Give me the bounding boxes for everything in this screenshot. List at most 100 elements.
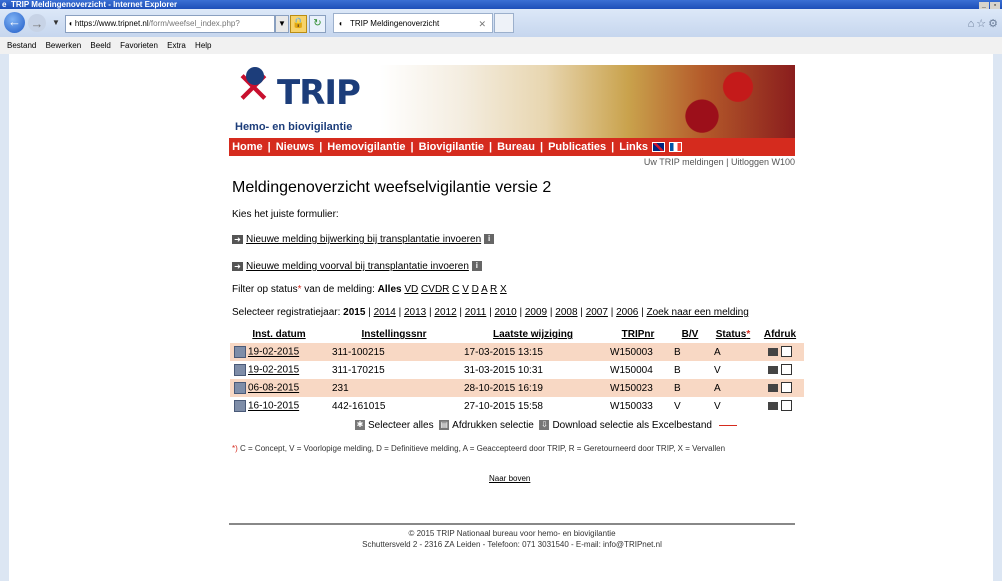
- year-link[interactable]: 2008: [555, 307, 577, 318]
- browser-toolbar-icons: ⌂☆⚙: [968, 17, 1000, 30]
- nav-publicaties[interactable]: Publicaties: [548, 141, 606, 153]
- edit-icon[interactable]: [234, 400, 246, 412]
- filter-r[interactable]: R: [490, 284, 497, 295]
- col-instellingssnr[interactable]: Instellingssnr: [328, 326, 460, 343]
- cell-status: A: [710, 343, 756, 361]
- browser-tab[interactable]: ◖ TRIP Meldingenoverzicht ✕: [333, 13, 493, 33]
- filter-cvdr[interactable]: CVDR: [421, 284, 449, 295]
- nav-bureau[interactable]: Bureau: [497, 141, 535, 153]
- cell-afdruk: [756, 379, 804, 397]
- choose-form-label: Kies het juiste formulier:: [232, 209, 339, 220]
- menu-favorieten[interactable]: Favorieten: [120, 41, 158, 50]
- select-all-button[interactable]: Selecteer alles: [368, 420, 434, 431]
- new-report-incident-row: ➜ Nieuwe melding voorval bij transplantat…: [232, 261, 482, 272]
- edit-icon[interactable]: [234, 346, 246, 358]
- home-icon[interactable]: ⌂: [968, 18, 977, 30]
- filter-vd[interactable]: VD: [404, 284, 418, 295]
- printer-icon[interactable]: [768, 347, 778, 356]
- print-selection-button[interactable]: Afdrukken selectie: [452, 420, 534, 431]
- filter-d[interactable]: D: [472, 284, 479, 295]
- menu-beeld[interactable]: Beeld: [90, 41, 110, 50]
- cell-inst-datum: 19-02-2015: [230, 343, 328, 361]
- nav-links[interactable]: Links: [619, 141, 648, 153]
- year-current: 2015: [343, 307, 366, 318]
- nav-nieuws[interactable]: Nieuws: [276, 141, 315, 153]
- nav-hemovigilantie[interactable]: Hemovigilantie: [327, 141, 405, 153]
- nav-home[interactable]: Home: [232, 141, 263, 153]
- back-button[interactable]: ←: [4, 12, 25, 33]
- table-row: 19-02-2015 311-100215 17-03-2015 13:15 W…: [230, 343, 804, 361]
- menu-help[interactable]: Help: [195, 41, 211, 50]
- status-filter: Filter op status* van de melding: Alles …: [232, 284, 507, 295]
- col-tripnr[interactable]: TRIPnr: [606, 326, 670, 343]
- footer-email-link[interactable]: info@TRIPnet.nl: [603, 540, 662, 549]
- filter-all[interactable]: Alles: [378, 284, 402, 295]
- new-tab-button[interactable]: [494, 13, 514, 33]
- year-link[interactable]: 2013: [404, 307, 426, 318]
- address-bar[interactable]: ◖ https://www.tripnet.nl/form/weefsel_ind…: [65, 15, 275, 33]
- filter-x[interactable]: X: [500, 284, 507, 295]
- menu-extra[interactable]: Extra: [167, 41, 186, 50]
- year-link[interactable]: 2012: [434, 307, 456, 318]
- history-dropdown-icon[interactable]: ▼: [52, 18, 60, 27]
- return-arrow-icon: [718, 424, 737, 426]
- tab-title: TRIP Meldingenoverzicht: [350, 19, 440, 28]
- new-incident-link[interactable]: Nieuwe melding voorval bij transplantati…: [246, 261, 469, 272]
- year-link[interactable]: 2011: [465, 307, 487, 318]
- print-checkbox[interactable]: [781, 346, 792, 358]
- filter-c[interactable]: C: [452, 284, 459, 295]
- year-link[interactable]: 2009: [525, 307, 547, 318]
- date-link[interactable]: 06-08-2015: [248, 383, 299, 394]
- french-flag-icon[interactable]: [668, 142, 682, 153]
- filter-a[interactable]: A: [481, 284, 487, 295]
- year-selector: Selecteer registratiejaar: 2015 | 2014 |…: [232, 307, 749, 318]
- year-link[interactable]: 2014: [374, 307, 396, 318]
- back-to-top-link[interactable]: Naar boven: [489, 474, 530, 483]
- trip-logo-mark[interactable]: ✕: [235, 67, 275, 113]
- print-checkbox[interactable]: [781, 382, 792, 394]
- footer: © 2015 TRIP Nationaal bureau voor hemo- …: [229, 528, 795, 550]
- edit-icon[interactable]: [234, 382, 246, 394]
- download-excel-button[interactable]: Download selectie als Excelbestand: [552, 420, 712, 431]
- col-bv[interactable]: B/V: [670, 326, 710, 343]
- logout-link[interactable]: Uitloggen W100: [731, 157, 795, 167]
- year-link[interactable]: 2007: [586, 307, 608, 318]
- new-adverse-reaction-link[interactable]: Nieuwe melding bijwerking bij transplant…: [246, 234, 481, 245]
- printer-icon[interactable]: [768, 401, 778, 410]
- search-report-link[interactable]: Zoek naar een melding: [647, 307, 749, 318]
- forward-button[interactable]: →: [28, 14, 46, 32]
- window-title: TRIP Meldingenoverzicht - Internet Explo…: [11, 0, 178, 9]
- printer-icon[interactable]: [768, 365, 778, 374]
- trip-logo-text[interactable]: TRIP: [277, 73, 361, 113]
- my-trip-reports-link[interactable]: Uw TRIP meldingen: [644, 157, 724, 167]
- english-flag-icon[interactable]: [651, 142, 665, 153]
- date-link[interactable]: 19-02-2015: [248, 347, 299, 358]
- date-link[interactable]: 16-10-2015: [248, 401, 299, 412]
- year-link[interactable]: 2010: [494, 307, 516, 318]
- info-icon[interactable]: i: [484, 234, 495, 245]
- nav-biovigilantie[interactable]: Biovigilantie: [419, 141, 484, 153]
- menu-bewerken[interactable]: Bewerken: [46, 41, 82, 50]
- date-link[interactable]: 19-02-2015: [248, 365, 299, 376]
- menu-bestand[interactable]: Bestand: [7, 41, 36, 50]
- year-link[interactable]: 2006: [616, 307, 638, 318]
- col-laatste-wijziging[interactable]: Laatste wijziging: [460, 326, 606, 343]
- col-inst-datum[interactable]: Inst. datum: [230, 326, 328, 343]
- edit-icon[interactable]: [234, 364, 246, 376]
- printer-icon[interactable]: [768, 383, 778, 392]
- info-icon[interactable]: i: [471, 261, 482, 272]
- print-checkbox[interactable]: [781, 364, 792, 376]
- close-tab-icon[interactable]: ✕: [478, 14, 486, 34]
- footer-address: Schuttersveld 2 - 2316 ZA Leiden - Telef…: [229, 539, 795, 550]
- col-status[interactable]: Status*: [710, 326, 756, 343]
- security-lock-icon[interactable]: 🔒: [290, 15, 307, 33]
- arrow-right-icon: ➜: [232, 234, 243, 244]
- address-dropdown-button[interactable]: ▼: [275, 15, 289, 33]
- refresh-icon[interactable]: ↻: [309, 15, 326, 33]
- cell-instellingssnr: 442-161015: [332, 400, 386, 412]
- filter-label-suffix: van de melding:: [301, 284, 378, 295]
- print-checkbox[interactable]: [781, 400, 792, 412]
- filter-v[interactable]: V: [462, 284, 469, 295]
- settings-gear-icon[interactable]: ⚙: [988, 18, 1000, 30]
- favorites-star-icon[interactable]: ☆: [976, 18, 988, 30]
